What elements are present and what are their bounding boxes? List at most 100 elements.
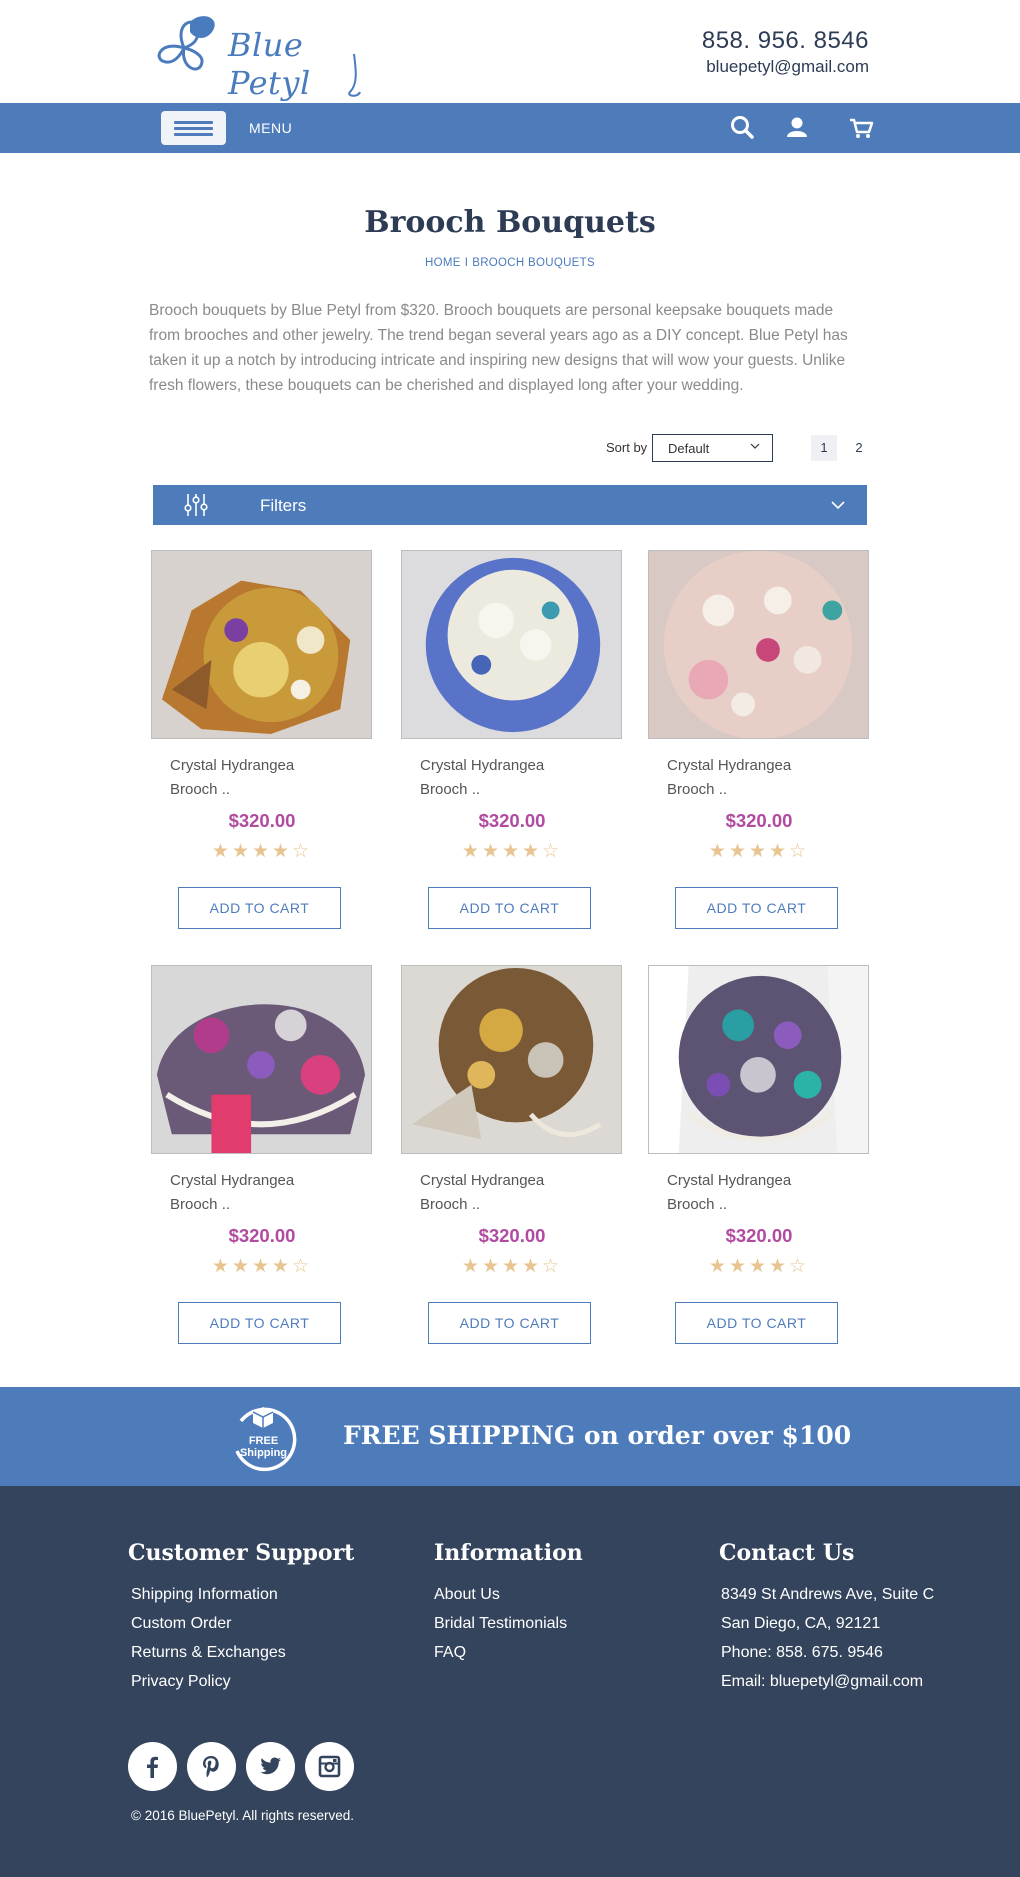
twitter-icon xyxy=(260,1757,281,1775)
menu-label[interactable]: MENU xyxy=(249,120,292,136)
product-card: Crystal Hydrangea Brooch .. $320.00 ★★★★☆… xyxy=(151,965,373,1365)
badge-shipping-text: Shipping xyxy=(239,1447,288,1459)
sort-selected-value: Default xyxy=(668,441,710,456)
header-contact: 858. 956. 8546 bluepetyl@gmail.com xyxy=(702,27,869,77)
product-price: $320.00 xyxy=(725,1225,793,1246)
breadcrumb-separator: I xyxy=(464,257,469,269)
butterfly-logo-icon xyxy=(157,16,215,71)
free-shipping-text: FREE SHIPPING on order over $100 xyxy=(343,1421,852,1450)
footer-link[interactable]: Privacy Policy xyxy=(128,1667,354,1696)
footer-link[interactable]: Shipping Information xyxy=(128,1580,354,1609)
hamburger-line xyxy=(174,121,213,124)
product-card: Crystal Hydrangea Brooch .. $320.00 ★★★★☆… xyxy=(401,965,623,1365)
hamburger-menu-button[interactable] xyxy=(161,111,226,145)
hamburger-line xyxy=(174,127,213,130)
product-card: Crystal Hydrangea Brooch .. $320.00 ★★★★☆… xyxy=(401,550,623,950)
add-to-cart-button[interactable]: ADD TO CART xyxy=(178,1302,341,1344)
nav-bar: MENU xyxy=(0,103,1020,153)
logo-tail xyxy=(348,53,361,97)
page-button-1[interactable]: 1 xyxy=(811,435,837,461)
product-price: $320.00 xyxy=(725,810,793,831)
pinterest-icon xyxy=(203,1756,219,1777)
copyright-text: © 2016 BluePetyl. All rights reserved. xyxy=(131,1808,355,1823)
product-card: Crystal Hydrangea Brooch .. $320.00 ★★★★☆… xyxy=(648,550,870,950)
hamburger-line xyxy=(174,133,213,136)
breadcrumb: HOME I BROOCH BOUQUETS xyxy=(0,257,1020,269)
product-name[interactable]: Crystal Hydrangea Brooch .. xyxy=(667,754,837,802)
product-image[interactable] xyxy=(401,965,622,1154)
chevron-down-icon xyxy=(831,501,845,510)
product-name[interactable]: Crystal Hydrangea Brooch .. xyxy=(170,1169,340,1217)
logo[interactable]: Blue Petyl xyxy=(150,10,380,102)
contact-email[interactable]: Email: bluepetyl@gmail.com xyxy=(719,1667,934,1696)
footer-heading: Contact Us xyxy=(719,1540,855,1566)
page-title: Brooch Bouquets xyxy=(364,205,656,240)
page-button-2[interactable]: 2 xyxy=(846,435,872,461)
free-shipping-badge: FREE Shipping xyxy=(227,1401,300,1474)
product-name[interactable]: Crystal Hydrangea Brooch .. xyxy=(667,1169,837,1217)
breadcrumb-home[interactable]: HOME xyxy=(425,257,461,269)
footer-link[interactable]: FAQ xyxy=(434,1638,583,1667)
sort-label: Sort by xyxy=(606,440,648,455)
add-to-cart-button[interactable]: ADD TO CART xyxy=(178,887,341,929)
free-shipping-banner: FREE Shipping FREE SHIPPING on order ove… xyxy=(0,1387,1020,1486)
product-price: $320.00 xyxy=(478,810,546,831)
product-name[interactable]: Crystal Hydrangea Brooch .. xyxy=(170,754,340,802)
rating-stars: ★★★★☆ xyxy=(708,840,810,862)
breadcrumb-current: BROOCH BOUQUETS xyxy=(472,257,595,269)
category-intro: Brooch bouquets by Blue Petyl from $320.… xyxy=(149,302,848,394)
rating-stars: ★★★★☆ xyxy=(211,1255,313,1277)
facebook-button[interactable] xyxy=(128,1742,177,1791)
product-card: Crystal Hydrangea Brooch .. $320.00 ★★★★☆… xyxy=(648,965,870,1365)
product-price: $320.00 xyxy=(478,1225,546,1246)
header-phone[interactable]: 858. 956. 8546 xyxy=(702,27,869,55)
badge-free-text: FREE xyxy=(248,1435,279,1447)
footer-information: Information About Us Bridal Testimonials… xyxy=(434,1540,583,1667)
rating-stars: ★★★★☆ xyxy=(461,840,563,862)
footer-link[interactable]: About Us xyxy=(434,1580,583,1609)
contact-phone[interactable]: Phone: 858. 675. 9546 xyxy=(719,1638,934,1667)
add-to-cart-button[interactable]: ADD TO CART xyxy=(675,887,838,929)
footer-contact: Contact Us 8349 St Andrews Ave, Suite C … xyxy=(719,1540,934,1696)
site-header: Blue Petyl 858. 956. 8546 bluepetyl@gmai… xyxy=(0,0,1020,103)
rating-stars: ★★★★☆ xyxy=(461,1255,563,1277)
instagram-icon xyxy=(318,1755,341,1778)
instagram-button[interactable] xyxy=(305,1742,354,1791)
footer-link[interactable]: Bridal Testimonials xyxy=(434,1609,583,1638)
cart-icon[interactable] xyxy=(846,113,876,143)
twitter-button[interactable] xyxy=(246,1742,295,1791)
add-to-cart-button[interactable]: ADD TO CART xyxy=(675,1302,838,1344)
search-icon[interactable] xyxy=(728,113,758,143)
rating-stars: ★★★★☆ xyxy=(708,1255,810,1277)
product-image[interactable] xyxy=(151,550,372,739)
footer-customer-support: Customer Support Shipping Information Cu… xyxy=(128,1540,354,1696)
sliders-icon xyxy=(184,494,208,516)
product-name[interactable]: Crystal Hydrangea Brooch .. xyxy=(420,754,590,802)
product-card: Crystal Hydrangea Brooch .. $320.00 ★★★★☆… xyxy=(151,550,373,950)
facebook-icon xyxy=(147,1756,158,1778)
footer-link[interactable]: Custom Order xyxy=(128,1609,354,1638)
header-email[interactable]: bluepetyl@gmail.com xyxy=(702,57,869,77)
pinterest-button[interactable] xyxy=(187,1742,236,1791)
product-name[interactable]: Crystal Hydrangea Brooch .. xyxy=(420,1169,590,1217)
filters-bar[interactable]: Filters xyxy=(153,485,867,525)
site-footer: Customer Support Shipping Information Cu… xyxy=(0,1486,1020,1877)
product-price: $320.00 xyxy=(228,1225,296,1246)
add-to-cart-button[interactable]: ADD TO CART xyxy=(428,1302,591,1344)
product-price: $320.00 xyxy=(228,810,296,831)
product-image[interactable] xyxy=(648,965,869,1154)
product-image[interactable] xyxy=(648,550,869,739)
add-to-cart-button[interactable]: ADD TO CART xyxy=(428,887,591,929)
footer-heading: Information xyxy=(434,1540,583,1566)
user-icon[interactable] xyxy=(782,113,812,143)
contact-address: 8349 St Andrews Ave, Suite C xyxy=(721,1586,935,1603)
product-image[interactable] xyxy=(151,965,372,1154)
sort-select[interactable]: Default xyxy=(652,434,773,462)
footer-heading: Customer Support xyxy=(128,1540,355,1566)
product-image[interactable] xyxy=(401,550,622,739)
filters-label: Filters xyxy=(260,496,307,515)
chevron-down-icon xyxy=(750,443,760,449)
contact-city: San Diego, CA, 92121 xyxy=(721,1615,881,1632)
footer-link[interactable]: Returns & Exchanges xyxy=(128,1638,354,1667)
rating-stars: ★★★★☆ xyxy=(211,840,313,862)
